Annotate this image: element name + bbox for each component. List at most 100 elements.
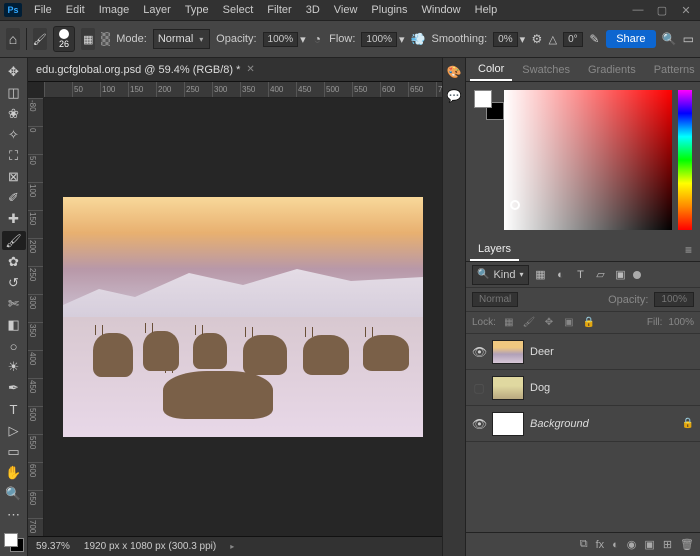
lock-paint-icon[interactable]: 🖌: [522, 316, 536, 330]
layers-menu-icon[interactable]: ≡: [681, 243, 696, 257]
opacity-input[interactable]: 100%▾: [263, 32, 306, 47]
layer-mask-icon[interactable]: ◐: [612, 539, 619, 551]
filter-type-icon[interactable]: T: [573, 267, 589, 283]
dodge-tool[interactable]: ☀: [2, 358, 26, 377]
color-swatch[interactable]: [4, 533, 24, 552]
angle-input[interactable]: 0°: [563, 32, 583, 47]
tab-swatches[interactable]: Swatches: [514, 60, 578, 80]
lock-trans-icon[interactable]: ▦: [502, 316, 516, 330]
lock-nest-icon[interactable]: ▣: [562, 316, 576, 330]
airbrush-icon[interactable]: 💨: [411, 30, 426, 48]
brush-presets-icon[interactable]: 🎨: [446, 64, 462, 80]
eraser-tool[interactable]: ✄: [2, 294, 26, 313]
layer-name[interactable]: Dog: [530, 382, 694, 394]
visibility-icon[interactable]: 👁: [472, 345, 486, 359]
layer-thumbnail[interactable]: [492, 340, 524, 364]
comments-icon[interactable]: 💬: [446, 88, 462, 104]
adjustment-icon[interactable]: ◉: [627, 538, 637, 551]
menu-help[interactable]: Help: [469, 2, 504, 18]
panel-color-swatch[interactable]: [474, 90, 498, 114]
pressure-opacity-icon[interactable]: ◔: [312, 30, 324, 48]
share-button[interactable]: Share: [606, 30, 655, 48]
foreground-color[interactable]: [4, 533, 18, 547]
layer-thumbnail[interactable]: [492, 376, 524, 400]
document-tab[interactable]: edu.gcfglobal.org.psd @ 59.4% (RGB/8) * …: [36, 64, 255, 76]
pen-tool[interactable]: ✒: [2, 379, 26, 398]
lock-all-icon[interactable]: 🔒: [582, 316, 596, 330]
brush-panel-icon[interactable]: ▦: [81, 28, 95, 50]
horizontal-ruler[interactable]: 5010015020025030035040045050055060065070…: [44, 82, 442, 98]
filter-pixel-icon[interactable]: ▦: [533, 267, 549, 283]
path-tool[interactable]: ▷: [2, 421, 26, 440]
smoothing-input[interactable]: 0%▾: [493, 32, 525, 47]
blur-tool[interactable]: ○: [2, 337, 26, 356]
maximize-button[interactable]: ▢: [652, 3, 672, 17]
rectangle-tool[interactable]: ▭: [2, 442, 26, 461]
brush-preset-picker[interactable]: 26: [53, 26, 75, 52]
wand-tool[interactable]: ✧: [2, 125, 26, 144]
layer-name[interactable]: Background: [530, 418, 676, 430]
layer-row[interactable]: 👁 Deer: [466, 334, 700, 370]
menu-layer[interactable]: Layer: [137, 2, 177, 18]
stamp-tool[interactable]: ✿: [2, 252, 26, 271]
kind-filter[interactable]: 🔍 Kind ▾: [472, 265, 529, 285]
layer-row[interactable]: 👁 Background 🔒: [466, 406, 700, 442]
menu-file[interactable]: File: [28, 2, 58, 18]
lasso-tool[interactable]: ❀: [2, 104, 26, 123]
visibility-icon[interactable]: ▢: [472, 381, 486, 395]
move-tool[interactable]: ✥: [2, 62, 26, 81]
menu-image[interactable]: Image: [93, 2, 136, 18]
eyedropper-tool[interactable]: ✐: [2, 189, 26, 208]
marquee-tool[interactable]: ◫: [2, 83, 26, 102]
search-icon[interactable]: 🔍: [662, 30, 677, 48]
zoom-tool[interactable]: 🔍: [2, 485, 26, 504]
menu-select[interactable]: Select: [217, 2, 260, 18]
group-icon[interactable]: ▣: [644, 538, 654, 551]
doc-info[interactable]: 1920 px x 1080 px (300.3 ppi): [84, 541, 216, 552]
gear-icon[interactable]: ⚙: [531, 30, 543, 48]
menu-view[interactable]: View: [328, 2, 364, 18]
filter-adjust-icon[interactable]: ◐: [553, 267, 569, 283]
menu-edit[interactable]: Edit: [60, 2, 91, 18]
tool-preset-icon[interactable]: 🖌: [33, 28, 47, 50]
layer-fx-icon[interactable]: fx: [596, 539, 605, 551]
layer-row[interactable]: ▢ Dog: [466, 370, 700, 406]
tab-layers[interactable]: Layers: [470, 239, 519, 261]
menu-filter[interactable]: Filter: [261, 2, 297, 18]
tab-color[interactable]: Color: [470, 59, 512, 81]
layer-name[interactable]: Deer: [530, 346, 694, 358]
close-tab-icon[interactable]: ✕: [246, 64, 254, 75]
history-brush-tool[interactable]: ↺: [2, 273, 26, 292]
opacity-icon[interactable]: [101, 32, 110, 46]
visibility-icon[interactable]: 👁: [472, 417, 486, 431]
menu-3d[interactable]: 3D: [300, 2, 326, 18]
tab-gradients[interactable]: Gradients: [580, 60, 644, 80]
layer-opacity-input[interactable]: 100%: [654, 292, 694, 307]
workspace-icon[interactable]: ▭: [683, 30, 695, 48]
heal-tool[interactable]: ✚: [2, 210, 26, 229]
picker-cursor-icon[interactable]: [510, 200, 520, 210]
color-field[interactable]: [504, 90, 672, 230]
frame-tool[interactable]: ⊠: [2, 168, 26, 187]
canvas-viewport[interactable]: [44, 98, 442, 536]
layer-fill-input[interactable]: 100%: [668, 317, 694, 328]
link-layers-icon[interactable]: ⧉: [580, 538, 588, 551]
menu-type[interactable]: Type: [179, 2, 215, 18]
hand-tool[interactable]: ✋: [2, 463, 26, 482]
flow-input[interactable]: 100%▾: [361, 32, 404, 47]
menu-window[interactable]: Window: [416, 2, 467, 18]
edit-toolbar-icon[interactable]: ⋯: [2, 506, 26, 525]
zoom-level[interactable]: 59.37%: [32, 541, 74, 552]
close-button[interactable]: ✕: [676, 3, 696, 17]
vertical-ruler[interactable]: -800501001502002503003504004505005506006…: [28, 98, 44, 536]
brush-tool[interactable]: 🖌: [2, 231, 26, 250]
type-tool[interactable]: T: [2, 400, 26, 419]
tab-patterns[interactable]: Patterns: [646, 60, 700, 80]
gradient-tool[interactable]: ◧: [2, 316, 26, 335]
filter-shape-icon[interactable]: ▱: [593, 267, 609, 283]
minimize-button[interactable]: —: [628, 3, 648, 17]
menu-plugins[interactable]: Plugins: [365, 2, 413, 18]
trash-icon[interactable]: 🗑: [680, 538, 694, 551]
filter-toggle-icon[interactable]: [633, 271, 641, 279]
pressure-size-icon[interactable]: ✎: [589, 30, 601, 48]
